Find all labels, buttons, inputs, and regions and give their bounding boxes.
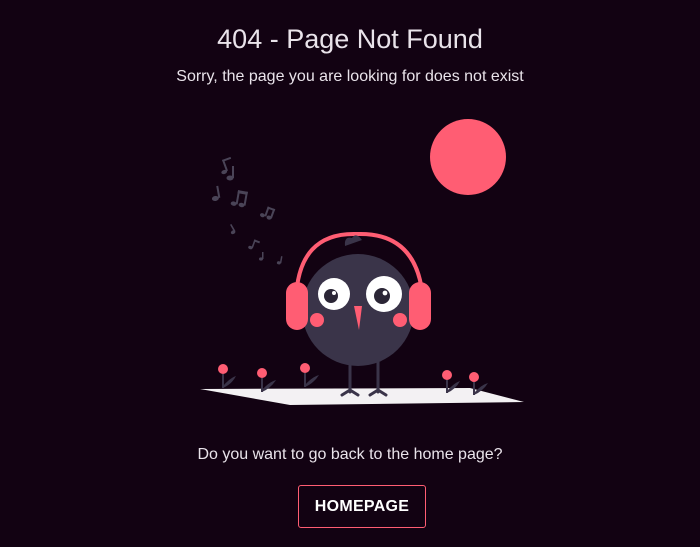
flower-icon <box>257 368 276 392</box>
headphone-cup-left <box>286 282 308 330</box>
moon-circle <box>430 119 506 195</box>
ground <box>200 388 524 405</box>
flower-icon <box>218 364 236 388</box>
homepage-button[interactable]: HOMEPAGE <box>298 485 426 528</box>
headphone-cup-right <box>409 282 431 330</box>
flower-icon <box>300 363 319 387</box>
bird-cheek-left <box>310 313 324 327</box>
music-notes-icon <box>211 156 283 265</box>
bird-cheek-right <box>393 313 407 327</box>
home-question: Do you want to go back to the home page? <box>197 446 503 463</box>
bird-tuft <box>344 235 362 246</box>
